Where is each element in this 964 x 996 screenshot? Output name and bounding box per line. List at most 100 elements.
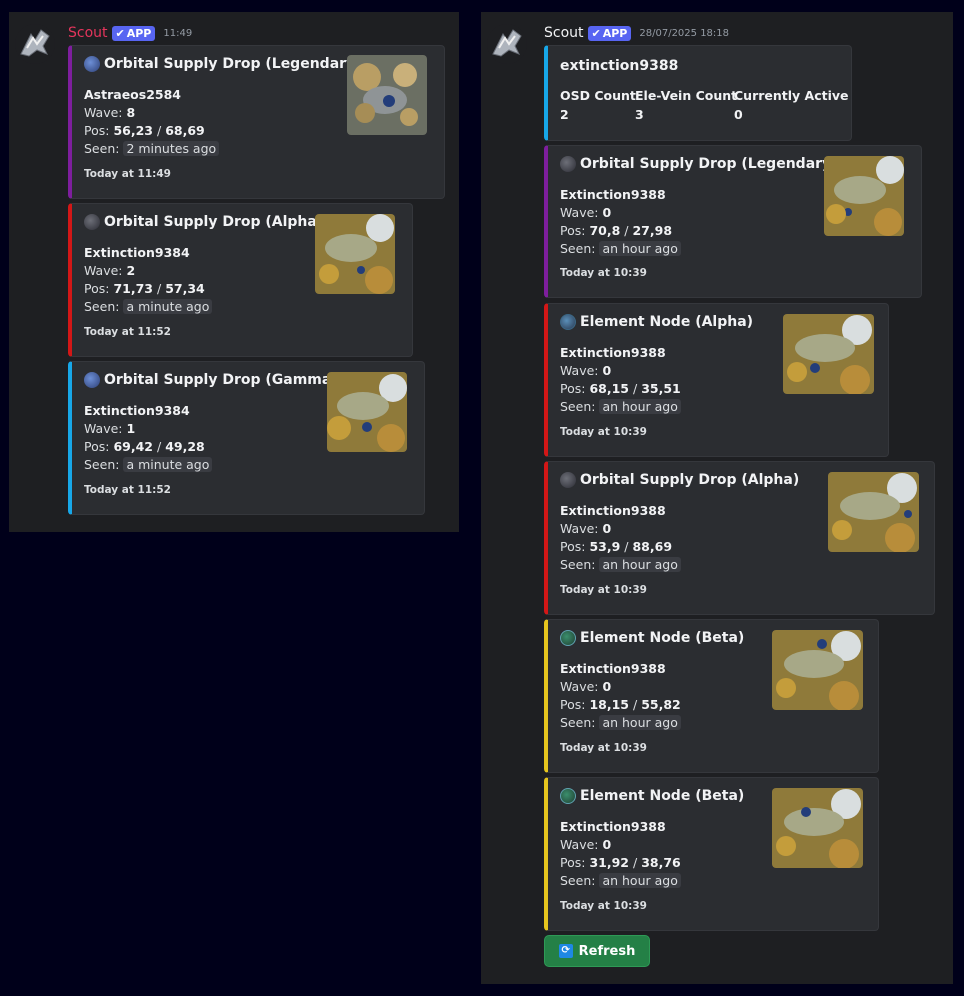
message-header: Scout ✔ APP 28/07/2025 18:18 — [544, 24, 729, 42]
player-name: Extinction9388 — [560, 503, 666, 518]
message-right: Scout ✔ APP 28/07/2025 18:18 extinction93… — [481, 12, 953, 984]
pos-line: Pos: 68,15 / 35,51 — [560, 381, 681, 396]
refresh-icon: ⟳ — [558, 944, 573, 958]
check-icon: ✔ — [115, 26, 125, 40]
app-badge: ✔ APP — [111, 25, 156, 41]
orbital-drop-icon — [560, 472, 576, 488]
map-thumbnail[interactable] — [772, 788, 863, 868]
avatar[interactable] — [15, 24, 55, 64]
wave-line: Wave: 2 — [84, 263, 136, 278]
summary-header: Currently Active — [734, 88, 849, 103]
map-thumbnail[interactable] — [347, 55, 427, 135]
seen-time: a minute ago — [123, 457, 213, 472]
message-timestamp: 11:49 — [163, 27, 193, 39]
embed-card: Orbital Supply Drop (Legendary) Extincti… — [544, 145, 922, 298]
embed-title: Orbital Supply Drop (Legendary) — [580, 156, 838, 172]
player-name: Extinction9384 — [84, 403, 190, 418]
summary-embed: extinction9388 OSD Count Ele-Vein Count … — [544, 45, 852, 141]
wave-line: Wave: 0 — [560, 837, 612, 852]
wave-line: Wave: 0 — [560, 521, 612, 536]
summary-grid: OSD Count Ele-Vein Count Currently Activ… — [560, 86, 849, 124]
seen-line: Seen: an hour ago — [560, 398, 681, 416]
seen-time: 2 minutes ago — [123, 141, 220, 156]
embed-footer: Today at 10:39 — [560, 900, 647, 912]
wave-line: Wave: 1 — [84, 421, 136, 436]
player-name: Extinction9388 — [560, 345, 666, 360]
embed-card: Element Node (Beta) Extinction9388 Wave:… — [544, 619, 879, 773]
pos-line: Pos: 71,73 / 57,34 — [84, 281, 205, 296]
pos-line: Pos: 70,8 / 27,98 — [560, 223, 673, 238]
orbital-drop-icon — [84, 372, 100, 388]
embed-title: Orbital Supply Drop (Gamma) — [104, 372, 338, 388]
author-name[interactable]: Scout — [544, 25, 584, 41]
seen-time: an hour ago — [599, 399, 681, 414]
embed-footer: Today at 11:52 — [84, 484, 171, 496]
seen-line: Seen: an hour ago — [560, 556, 681, 574]
message-timestamp: 28/07/2025 18:18 — [639, 27, 730, 39]
summary-header: OSD Count — [560, 88, 636, 103]
map-thumbnail[interactable] — [783, 314, 874, 394]
orbital-drop-icon — [84, 56, 100, 72]
wave-line: Wave: 0 — [560, 363, 612, 378]
embed-title: Orbital Supply Drop (Alpha) — [104, 214, 324, 230]
wave-line: Wave: 0 — [560, 205, 612, 220]
summary-value: 2 — [560, 107, 569, 122]
embed-title: Orbital Supply Drop (Legendary) — [104, 56, 362, 72]
wave-line: Wave: 0 — [560, 679, 612, 694]
map-thumbnail[interactable] — [327, 372, 407, 452]
orbital-drop-icon — [560, 156, 576, 172]
seen-line: Seen: 2 minutes ago — [84, 140, 220, 158]
avatar[interactable] — [487, 24, 527, 64]
embed-title: Element Node (Beta) — [580, 788, 745, 804]
embed-card: Orbital Supply Drop (Legendary) Astraeos… — [68, 45, 445, 199]
pos-line: Pos: 31,92 / 38,76 — [560, 855, 681, 870]
pos-line: Pos: 53,9 / 88,69 — [560, 539, 673, 554]
embed-card: Element Node (Beta) Extinction9388 Wave:… — [544, 777, 879, 931]
seen-line: Seen: a minute ago — [84, 456, 213, 474]
summary-value: 0 — [734, 107, 743, 122]
element-node-icon — [560, 788, 576, 804]
author-name[interactable]: Scout — [68, 25, 108, 41]
embed-card: Orbital Supply Drop (Alpha) Extinction93… — [68, 203, 413, 357]
seen-time: a minute ago — [123, 299, 213, 314]
wave-line: Wave: 8 — [84, 105, 136, 120]
player-name: Extinction9388 — [560, 819, 666, 834]
seen-time: an hour ago — [599, 557, 681, 572]
summary-header: Ele-Vein Count — [635, 88, 738, 103]
seen-time: an hour ago — [599, 873, 681, 888]
embed-footer: Today at 10:39 — [560, 742, 647, 754]
player-name: Extinction9384 — [84, 245, 190, 260]
seen-line: Seen: an hour ago — [560, 714, 681, 732]
embed-title: Element Node (Alpha) — [580, 314, 754, 330]
player-name: Astraeos2584 — [84, 87, 181, 102]
message-left: Scout ✔ APP 11:49 Orbital Supply Drop (Le… — [9, 12, 459, 532]
scout-avatar-icon — [15, 24, 55, 64]
embed-card: Orbital Supply Drop (Alpha) Extinction93… — [544, 461, 935, 615]
player-name: Extinction9388 — [560, 661, 666, 676]
summary-value: 3 — [635, 107, 644, 122]
map-thumbnail[interactable] — [315, 214, 395, 294]
seen-line: Seen: an hour ago — [560, 240, 681, 258]
embed-title: Element Node (Beta) — [580, 630, 745, 646]
check-icon: ✔ — [591, 26, 601, 40]
player-name: Extinction9388 — [560, 187, 666, 202]
seen-time: an hour ago — [599, 715, 681, 730]
embed-card: Orbital Supply Drop (Gamma) Extinction93… — [68, 361, 425, 515]
map-thumbnail[interactable] — [772, 630, 863, 710]
refresh-label: Refresh — [578, 943, 636, 959]
embed-footer: Today at 11:49 — [84, 168, 171, 180]
pos-line: Pos: 56,23 / 68,69 — [84, 123, 205, 138]
embed-footer: Today at 10:39 — [560, 584, 647, 596]
orbital-drop-icon — [84, 214, 100, 230]
map-thumbnail[interactable] — [828, 472, 919, 552]
message-header: Scout ✔ APP 11:49 — [68, 24, 192, 42]
seen-line: Seen: an hour ago — [560, 872, 681, 890]
seen-line: Seen: a minute ago — [84, 298, 213, 316]
seen-time: an hour ago — [599, 241, 681, 256]
embed-title: Orbital Supply Drop (Alpha) — [580, 472, 800, 488]
app-badge: ✔ APP — [587, 25, 632, 41]
scout-avatar-icon — [487, 24, 527, 64]
embed-footer: Today at 11:52 — [84, 326, 171, 338]
refresh-button[interactable]: ⟳ Refresh — [544, 935, 650, 967]
map-thumbnail[interactable] — [824, 156, 904, 236]
